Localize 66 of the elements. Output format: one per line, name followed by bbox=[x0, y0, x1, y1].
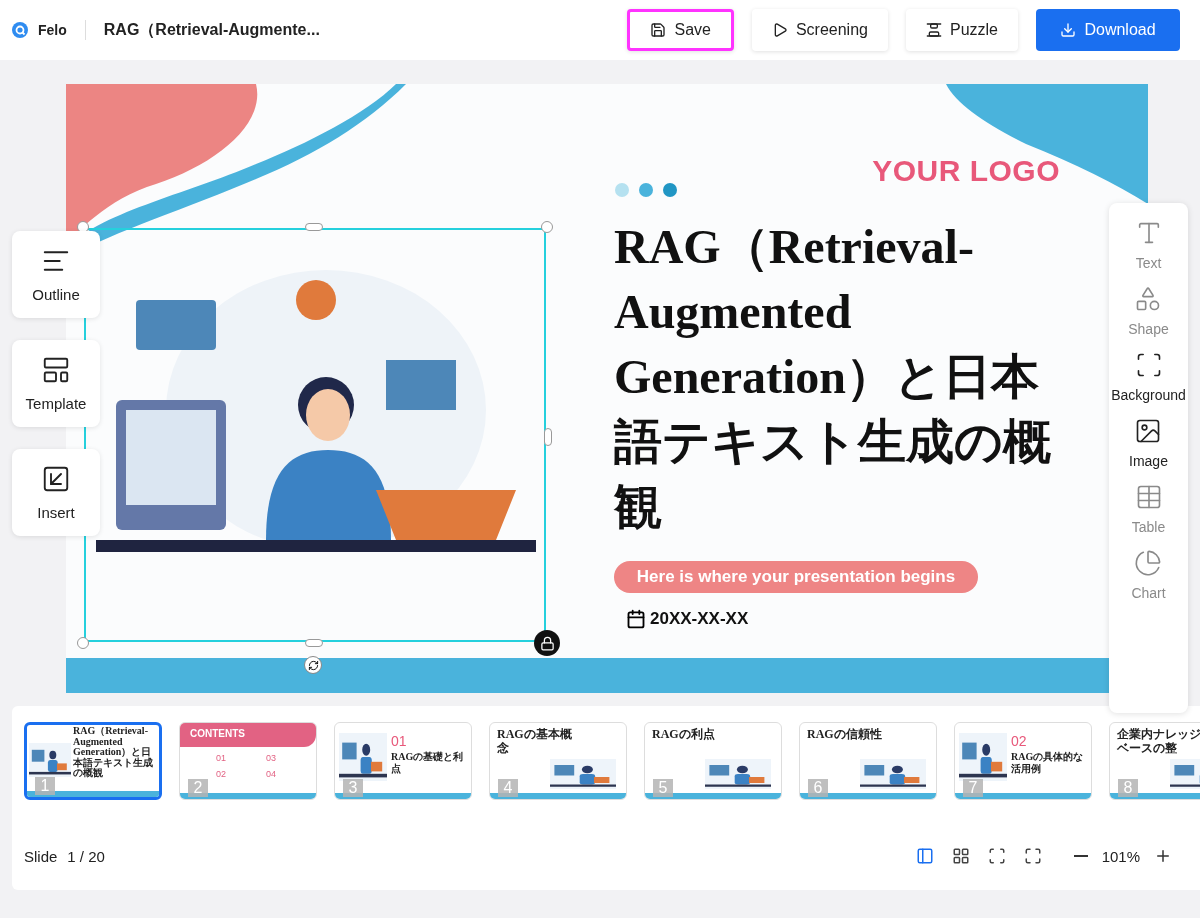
slide-number: 4 bbox=[498, 779, 518, 797]
puzzle-button[interactable]: Puzzle bbox=[905, 9, 1018, 51]
slide-thumbnail[interactable]: CONTENTS 01 03 02 04 2 bbox=[179, 722, 317, 800]
slide-number: 3 bbox=[343, 779, 363, 797]
calendar-icon bbox=[626, 609, 646, 629]
fit-icon bbox=[987, 847, 1006, 865]
play-button[interactable]: Screening bbox=[751, 9, 888, 51]
thumbnail-title: RAGの具体的な活用例 bbox=[1011, 751, 1085, 775]
slide-number: 7 bbox=[963, 779, 983, 797]
thumbnail-title: RAGの利点 bbox=[652, 727, 716, 741]
grid-icon bbox=[951, 847, 970, 865]
section-number: 02 bbox=[1011, 733, 1027, 749]
slide-title: RAG（Retrieval-Augmented Generation）と日本語テキスト生成の概観 bbox=[614, 219, 1052, 535]
slide-thumbnail[interactable]: 企業内ナレッジベースの整 8 bbox=[1109, 722, 1200, 800]
thumbnail-item: 04 bbox=[266, 769, 277, 779]
slide-thumbnail[interactable]: RAGの利点 5 bbox=[644, 722, 782, 800]
thumbnail-title: CONTENTS bbox=[190, 728, 245, 739]
background-tool[interactable]: Background bbox=[1111, 351, 1186, 403]
lock-icon bbox=[539, 635, 555, 651]
download-icon bbox=[1060, 22, 1077, 38]
layout-icon bbox=[925, 22, 942, 38]
slide-number: 8 bbox=[1118, 779, 1138, 797]
panel-icon bbox=[915, 847, 934, 865]
slide-number: 2 bbox=[188, 779, 208, 797]
fullscreen-icon bbox=[1023, 847, 1042, 865]
slide-thumbnail[interactable]: RAG（Retrieval-Augmented Generation）と日本語テキスト生成の概観 1 bbox=[24, 722, 162, 800]
slide-thumbnail[interactable]: 01 RAGの基礎と利点 3 bbox=[334, 722, 472, 800]
thumbnail-title: RAGの信頼性 bbox=[807, 727, 883, 741]
rotate-icon bbox=[307, 659, 319, 671]
slide-label: Slide bbox=[24, 847, 58, 865]
thumbnail-item: 01 bbox=[216, 753, 227, 763]
save-icon bbox=[650, 22, 667, 38]
slide-counter: 1 / 20 bbox=[67, 847, 105, 865]
app-logo bbox=[12, 22, 28, 38]
download-button[interactable]: Download bbox=[1036, 9, 1180, 51]
slide-thumbnail[interactable]: RAGの基本概念 4 bbox=[489, 722, 627, 800]
template-button[interactable]: Template bbox=[12, 339, 100, 427]
outline-button[interactable]: Outline bbox=[12, 230, 100, 318]
subtitle-pill: Here is where your presentation begins bbox=[614, 561, 978, 593]
thumbnail-title: RAGの基本概念 bbox=[497, 727, 573, 755]
slide-number: 5 bbox=[653, 779, 673, 797]
thumbnail-title: RAGの基礎と利点 bbox=[391, 751, 465, 775]
resize-handle[interactable] bbox=[544, 428, 552, 446]
thumbnail-item: 03 bbox=[266, 753, 277, 763]
pie-chart-icon bbox=[1134, 549, 1163, 577]
image-frame[interactable] bbox=[84, 228, 546, 642]
slide-thumbnail[interactable]: 02 RAGの具体的な活用例 7 bbox=[954, 722, 1092, 800]
slide-number: 1 bbox=[35, 777, 55, 795]
resize-handle[interactable] bbox=[305, 639, 323, 647]
logo-text: YOUR LOGO bbox=[872, 154, 1060, 188]
app-name: Felo bbox=[38, 22, 67, 38]
document-title: RAG（Retrieval-Augmente... bbox=[103, 19, 321, 40]
slide-thumbnail[interactable]: RAGの信頼性 6 bbox=[799, 722, 937, 800]
image-tool[interactable]: Image bbox=[1129, 417, 1168, 469]
thumbnail-title: 企業内ナレッジベースの整 bbox=[1117, 727, 1200, 755]
insert-button[interactable]: Insert bbox=[12, 448, 100, 536]
save-button[interactable]: Save bbox=[627, 9, 734, 51]
slide-number: 6 bbox=[808, 779, 828, 797]
thumbnail-item: 02 bbox=[216, 769, 227, 779]
section-number: 01 bbox=[391, 733, 407, 749]
zoom-level: 101% bbox=[1101, 847, 1140, 865]
thumbnail-title: RAG（Retrieval-Augmented Generation）と日本語テキスト生成の概観 bbox=[73, 726, 154, 779]
date-text: 20XX-XX-XX bbox=[650, 609, 749, 629]
minus-icon bbox=[1073, 855, 1088, 857]
plus-icon bbox=[1154, 847, 1172, 865]
resize-handle[interactable] bbox=[305, 223, 323, 231]
